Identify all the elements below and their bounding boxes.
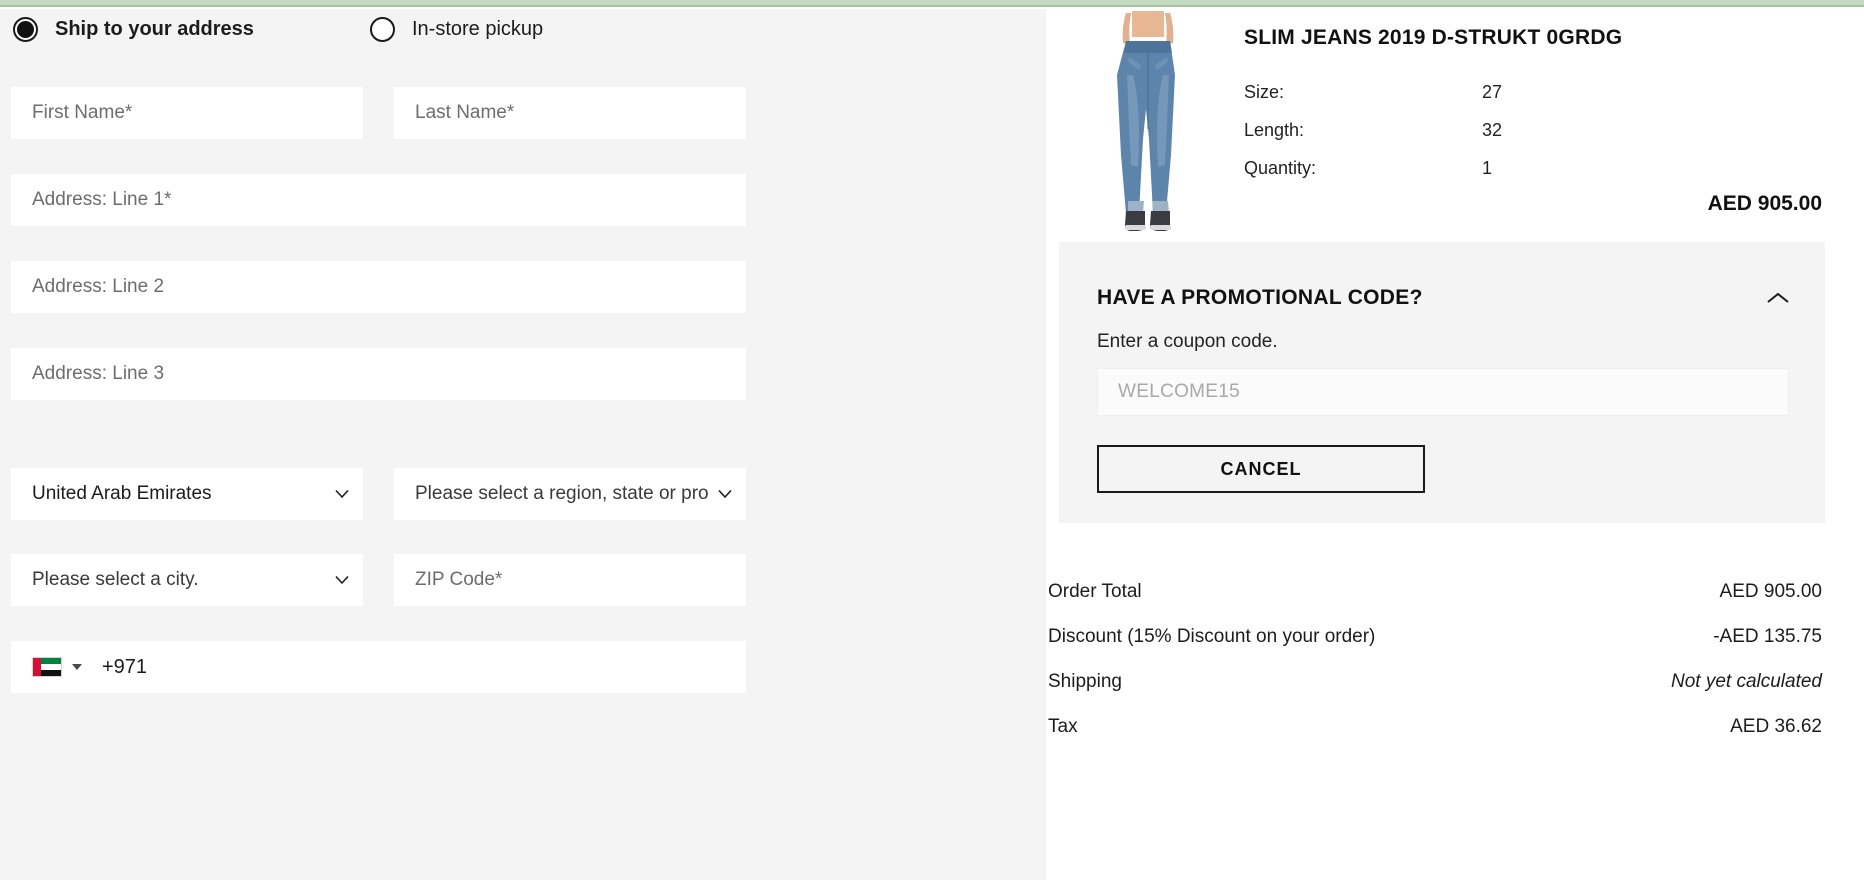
total-row-tax: Tax AED 36.62 [1048,704,1864,749]
product-spec-quantity-value: 1 [1482,158,1493,178]
address-line-3-placeholder: Address: Line 3 [32,363,165,384]
chevron-down-icon [335,575,349,585]
total-label: Tax [1048,715,1078,737]
first-name-input[interactable]: First Name* [11,87,363,139]
product-spec-length-label: Length: [1244,120,1305,140]
last-name-placeholder: Last Name* [415,102,515,123]
address-line-2-placeholder: Address: Line 2 [32,276,165,297]
address-line-3-input[interactable]: Address: Line 3 [11,348,746,400]
delivery-option-ship-to-address[interactable]: Ship to your address [13,17,254,42]
region-select-value: Please select a region, state or pro [415,483,709,504]
chevron-up-icon[interactable] [1765,290,1791,306]
country-select-value: United Arab Emirates [32,483,212,504]
delivery-option-label: In-store pickup [412,18,544,40]
total-row-order-total: Order Total AED 905.00 [1048,569,1864,614]
product-price: AED 905.00 [1707,192,1822,215]
product-spec-length-value: 32 [1482,120,1503,140]
promo-heading: HAVE A PROMOTIONAL CODE? [1097,286,1423,309]
top-accent-bar [0,0,1864,7]
address-line-1-input[interactable]: Address: Line 1* [11,174,746,226]
zip-code-placeholder: ZIP Code* [415,569,503,590]
total-label: Discount (15% Discount on your order) [1048,625,1376,647]
address-line-2-input[interactable]: Address: Line 2 [11,261,746,313]
region-select[interactable]: Please select a region, state or pro [394,468,746,520]
total-amount: AED 905.00 [1719,580,1822,602]
zip-code-input[interactable]: ZIP Code* [394,554,746,606]
delivery-method-group: Ship to your address In-store pickup [0,13,1046,61]
product-thumbnail [1102,11,1194,233]
total-amount: Not yet calculated [1670,670,1822,692]
product-title: SLIM JEANS 2019 D-STRUKT 0GRDG [1244,26,1623,49]
coupon-code-input[interactable]: WELCOME15 [1097,368,1789,416]
phone-dial-code: +971 [102,655,148,678]
order-product-item: SLIM JEANS 2019 D-STRUKT 0GRDG Size: 27 … [1048,9,1864,244]
uae-flag-icon [32,657,62,677]
promo-subtitle: Enter a coupon code. [1097,331,1278,352]
delivery-option-label: Ship to your address [55,18,254,40]
chevron-down-icon [718,489,732,499]
checkout-page: Ship to your address In-store pickup Fir… [0,0,1864,880]
coupon-code-placeholder: WELCOME15 [1118,381,1241,402]
city-select[interactable]: Please select a city. [11,554,363,606]
product-spec-quantity-label: Quantity: [1244,158,1317,178]
last-name-input[interactable]: Last Name* [394,87,746,139]
city-select-value: Please select a city. [32,569,199,590]
jeans-photo-icon [1102,11,1194,233]
phone-number-input[interactable]: +971 [11,641,746,693]
country-select[interactable]: United Arab Emirates [11,468,363,520]
total-row-shipping: Shipping Not yet calculated [1048,659,1864,704]
cancel-button[interactable]: CANCEL [1097,445,1425,493]
total-label: Shipping [1048,670,1122,692]
delivery-option-in-store-pickup[interactable]: In-store pickup [370,17,543,42]
caret-down-icon [72,664,82,670]
promotional-code-section: HAVE A PROMOTIONAL CODE? Enter a coupon … [1059,242,1825,523]
total-row-discount: Discount (15% Discount on your order) -A… [1048,614,1864,659]
first-name-placeholder: First Name* [32,102,133,123]
order-summary-panel: SLIM JEANS 2019 D-STRUKT 0GRDG Size: 27 … [1048,9,1864,880]
chevron-down-icon [335,489,349,499]
shipping-form-panel: Ship to your address In-store pickup Fir… [0,9,1046,880]
order-totals: Order Total AED 905.00 Discount (15% Dis… [1048,569,1864,749]
country-dial-selector[interactable] [32,657,82,677]
total-label: Order Total [1048,580,1142,602]
radio-selected-icon[interactable] [13,17,38,42]
product-spec-size-label: Size: [1244,82,1285,102]
total-amount: -AED 135.75 [1713,625,1822,647]
total-amount: AED 36.62 [1730,715,1822,737]
product-spec-size-value: 27 [1482,82,1503,102]
address-line-1-placeholder: Address: Line 1* [32,189,172,210]
radio-unselected-icon[interactable] [370,17,395,42]
